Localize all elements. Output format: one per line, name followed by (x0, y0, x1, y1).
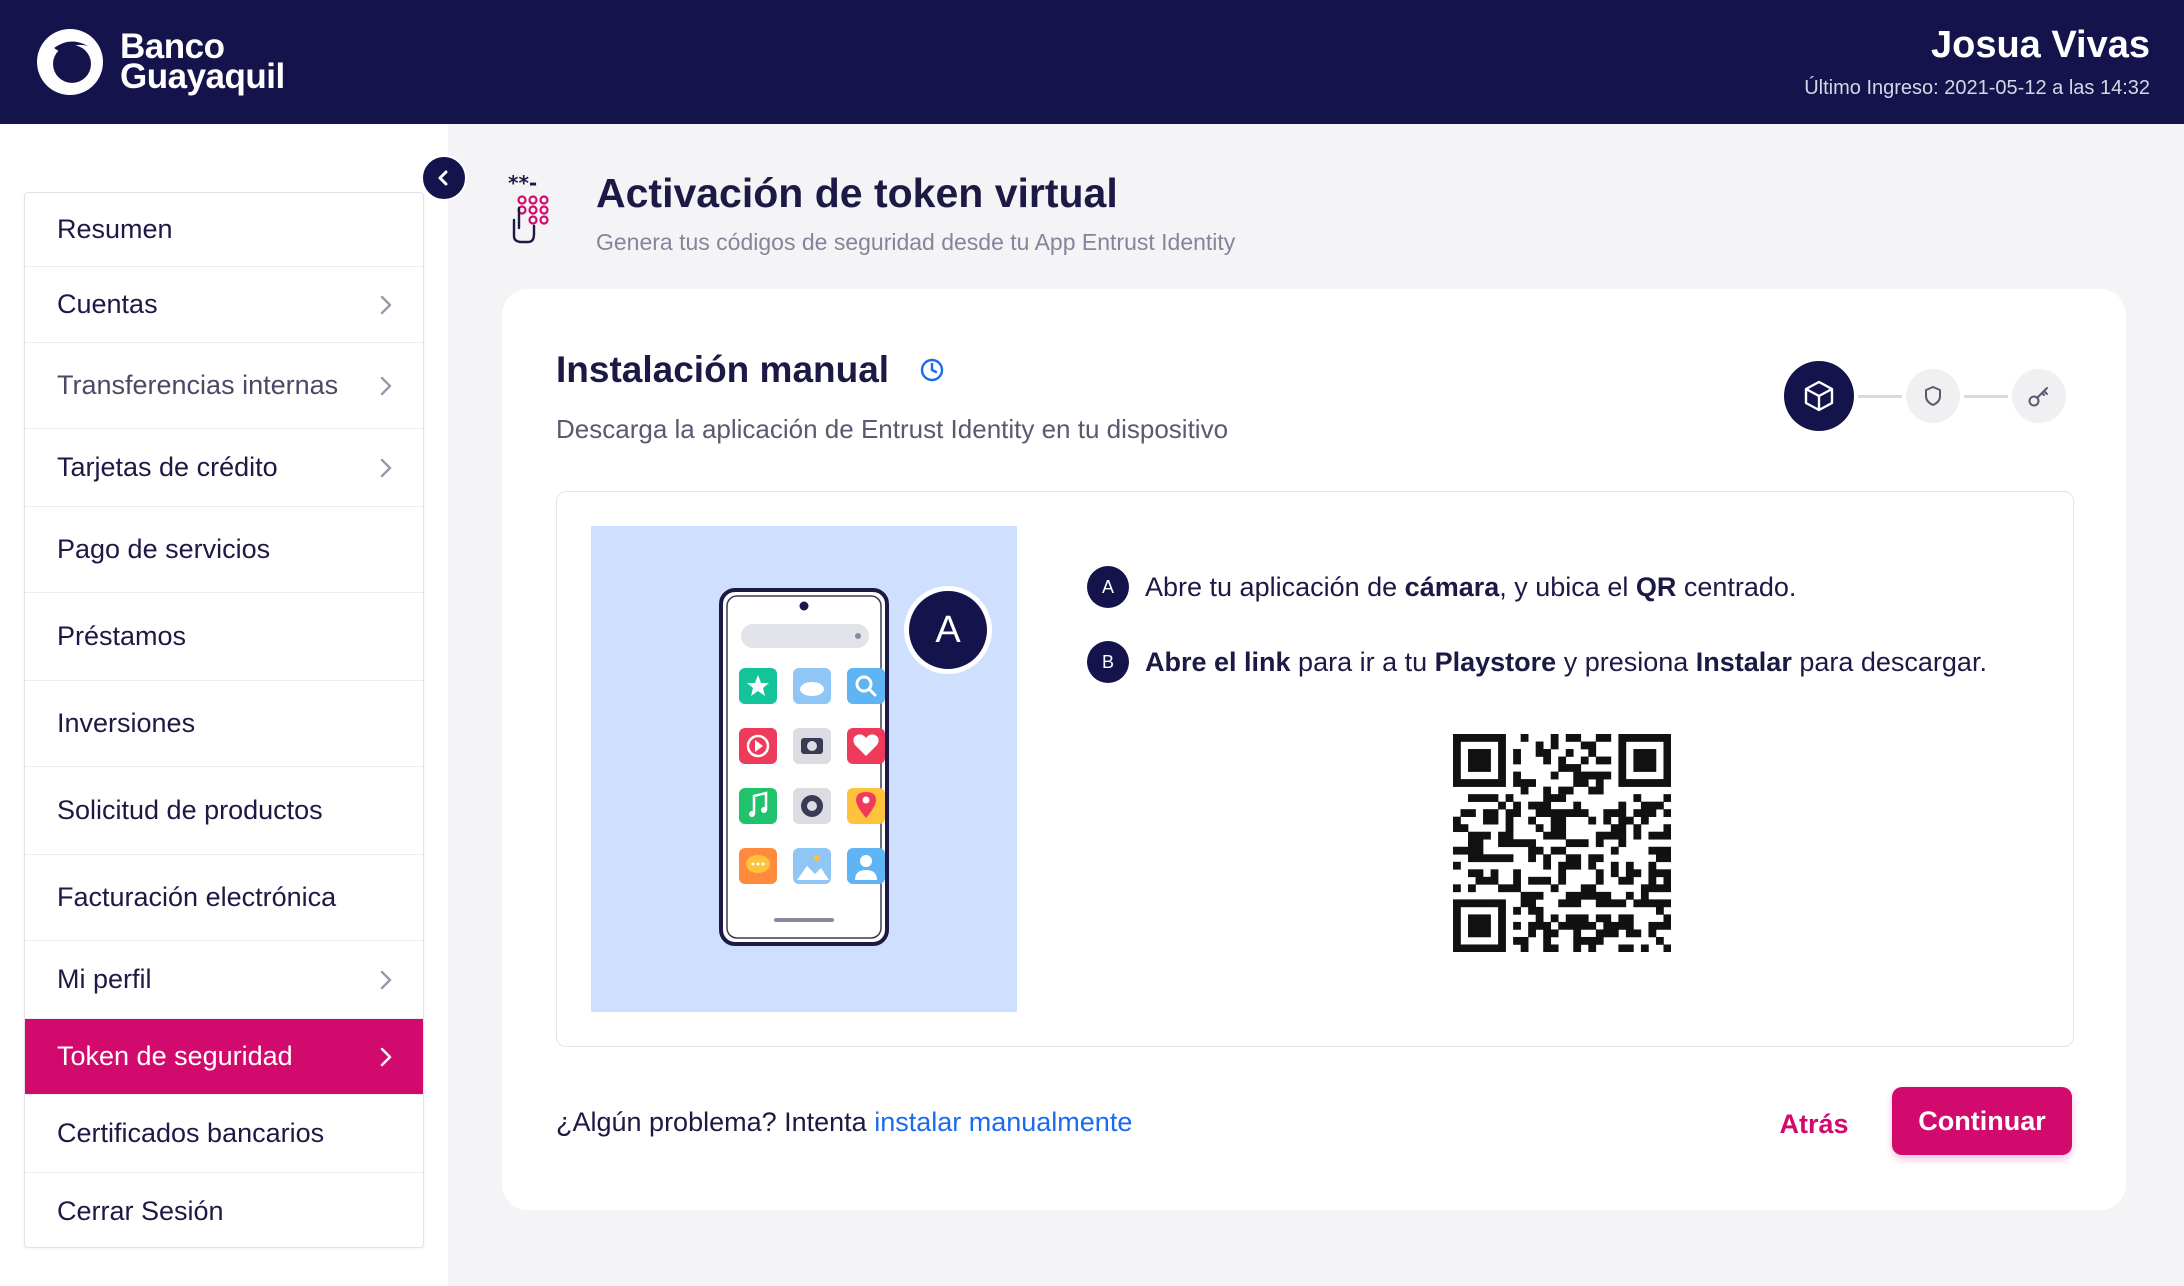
step-badge: A (1087, 566, 1129, 608)
sidebar-item-facturación-electrónica[interactable]: Facturación electrónica (25, 855, 423, 941)
sidebar-item-label: Inversiones (57, 708, 196, 738)
step-text: Abre tu aplicación de cámara, y ubica el… (1145, 572, 1796, 603)
step-key (2012, 369, 2066, 423)
sidebar-item-tarjetas-de-crédito[interactable]: Tarjetas de crédito (25, 429, 423, 507)
help-text: ¿Algún problema? Intenta instalar manual… (556, 1107, 1132, 1138)
chevron-right-icon (380, 1047, 392, 1066)
sidebar-item-label: Tarjetas de crédito (57, 452, 278, 482)
step-text-part: QR (1635, 571, 1677, 602)
sidebar-item-label: Facturación electrónica (57, 882, 337, 912)
clock-icon[interactable] (919, 357, 945, 383)
step-security (1906, 369, 1960, 423)
step-text-part: Instalar (1695, 646, 1792, 677)
package-box-icon (1804, 380, 1834, 412)
continue-button[interactable]: Continuar (1892, 1087, 2072, 1155)
key-icon (2028, 387, 2048, 407)
sidebar-item-transferencias-internas[interactable]: Transferencias internas (25, 343, 423, 429)
card-subtitle: Descarga la aplicación de Entrust Identi… (556, 414, 1229, 444)
step-text-part: , y ubica el (1499, 571, 1636, 602)
token-keypad-icon: **- (508, 171, 549, 244)
page-header: **- Activación de token virtual Genera t… (506, 168, 1235, 256)
sidebar-item-solicitud-de-productos[interactable]: Solicitud de productos (25, 767, 423, 855)
chevron-right-icon (380, 376, 392, 395)
installation-card: Instalación manual Descarga la aplicació… (502, 289, 2126, 1210)
sidebar-item-label: Solicitud de productos (57, 795, 323, 825)
sidebar-item-label: Mi perfil (57, 964, 152, 994)
sidebar-item-cuentas[interactable]: Cuentas (25, 267, 423, 343)
sidebar-item-token-de-seguridad[interactable]: Token de seguridad (25, 1019, 423, 1095)
sidebar-item-certificados-bancarios[interactable]: Certificados bancarios (25, 1095, 423, 1173)
sidebar-menu: Resumen Cuentas Transferencias internas Tar… (24, 192, 424, 1248)
sidebar-item-label: Cuentas (57, 289, 158, 319)
last-login: Último Ingreso: 2021-05-12 a las 14:32 (1804, 77, 2150, 99)
step-text: Abre el link para ir a tu Playstore y pr… (1145, 647, 1987, 678)
install-manually-link[interactable]: instalar manualmente (874, 1107, 1132, 1137)
phone-illustration: A (591, 526, 1017, 1012)
svg-text:**-: **- (508, 171, 537, 195)
shield-icon (1925, 386, 1941, 406)
sidebar-item-label: Pago de servicios (57, 534, 271, 564)
brand-line2: Guayaquil (120, 57, 285, 96)
sidebar-item-inversiones[interactable]: Inversiones (25, 681, 423, 767)
stepper-connector (1858, 394, 1902, 398)
sidebar-item-mi-perfil[interactable]: Mi perfil (25, 941, 423, 1019)
sidebar-item-label: Cerrar Sesión (57, 1195, 224, 1226)
sidebar-item-label: Transferencias internas (57, 370, 339, 400)
illustration-step-badge: A (904, 586, 992, 674)
sidebar-item-cerrar-sesión[interactable]: Cerrar Sesión (25, 1173, 423, 1249)
sidebar-item-label: Préstamos (57, 621, 187, 651)
step-text-part: para descargar. (1791, 646, 1987, 677)
step-text-part: para ir a tu (1290, 646, 1435, 677)
chevron-right-icon (380, 295, 392, 314)
sidebar-item-pago-de-servicios[interactable]: Pago de servicios (25, 507, 423, 593)
card-title-text: Instalación manual (556, 349, 890, 390)
step-text-part: Playstore (1434, 646, 1557, 677)
instruction-steps: A Abre tu aplicación de cámara, y ubica e… (1087, 564, 1987, 714)
step-text-part: y presiona (1556, 646, 1696, 677)
progress-stepper (1784, 361, 2066, 431)
step-text-part: cámara (1404, 571, 1500, 602)
stepper-connector (1964, 394, 2008, 398)
page-subtitle: Genera tus códigos de seguridad desde tu… (596, 229, 1236, 255)
sidebar-item-label: Certificados bancarios (57, 1118, 325, 1148)
sidebar-item-label: Token de seguridad (57, 1041, 293, 1071)
user-info: Josua Vivas Último Ingreso: 2021-05-12 a… (1804, 24, 2150, 100)
banco-guayaquil-logo-icon (37, 29, 103, 95)
qr-code-icon (1453, 734, 1671, 952)
step-text-part: Abre tu aplicación de (1145, 571, 1405, 602)
card-title: Instalación manual (556, 349, 945, 391)
sidebar-item-label: Resumen (57, 214, 173, 244)
collapse-sidebar-button[interactable] (421, 155, 467, 201)
page-title: Activación de token virtual (596, 170, 1118, 216)
instructions-panel: A A Abre tu aplicación de cámara, y ubica… (556, 491, 2074, 1047)
user-name: Josua Vivas (1930, 24, 2150, 66)
sidebar-item-resumen[interactable]: Resumen (25, 193, 423, 267)
instruction-step: A Abre tu aplicación de cámara, y ubica e… (1087, 564, 1987, 610)
chevron-right-icon (380, 458, 392, 477)
instruction-step: B Abre el link para ir a tu Playstore y p… (1087, 639, 1987, 685)
chevron-right-icon (380, 970, 392, 989)
step-download (1784, 361, 1854, 431)
brand-logo[interactable]: Banco Guayaquil (34, 26, 285, 98)
step-badge: B (1087, 641, 1129, 683)
brand-name: Banco Guayaquil (120, 29, 285, 96)
back-button[interactable]: Atrás (1764, 1094, 1864, 1154)
step-text-part: Abre el link (1145, 646, 1291, 677)
help-text-label: ¿Algún problema? Intenta (556, 1107, 875, 1137)
step-text-part: centrado. (1676, 571, 1797, 602)
sidebar-item-préstamos[interactable]: Préstamos (25, 593, 423, 681)
chevron-left-icon (438, 170, 448, 186)
top-header: Banco Guayaquil Josua Vivas Último Ingre… (0, 0, 2184, 124)
